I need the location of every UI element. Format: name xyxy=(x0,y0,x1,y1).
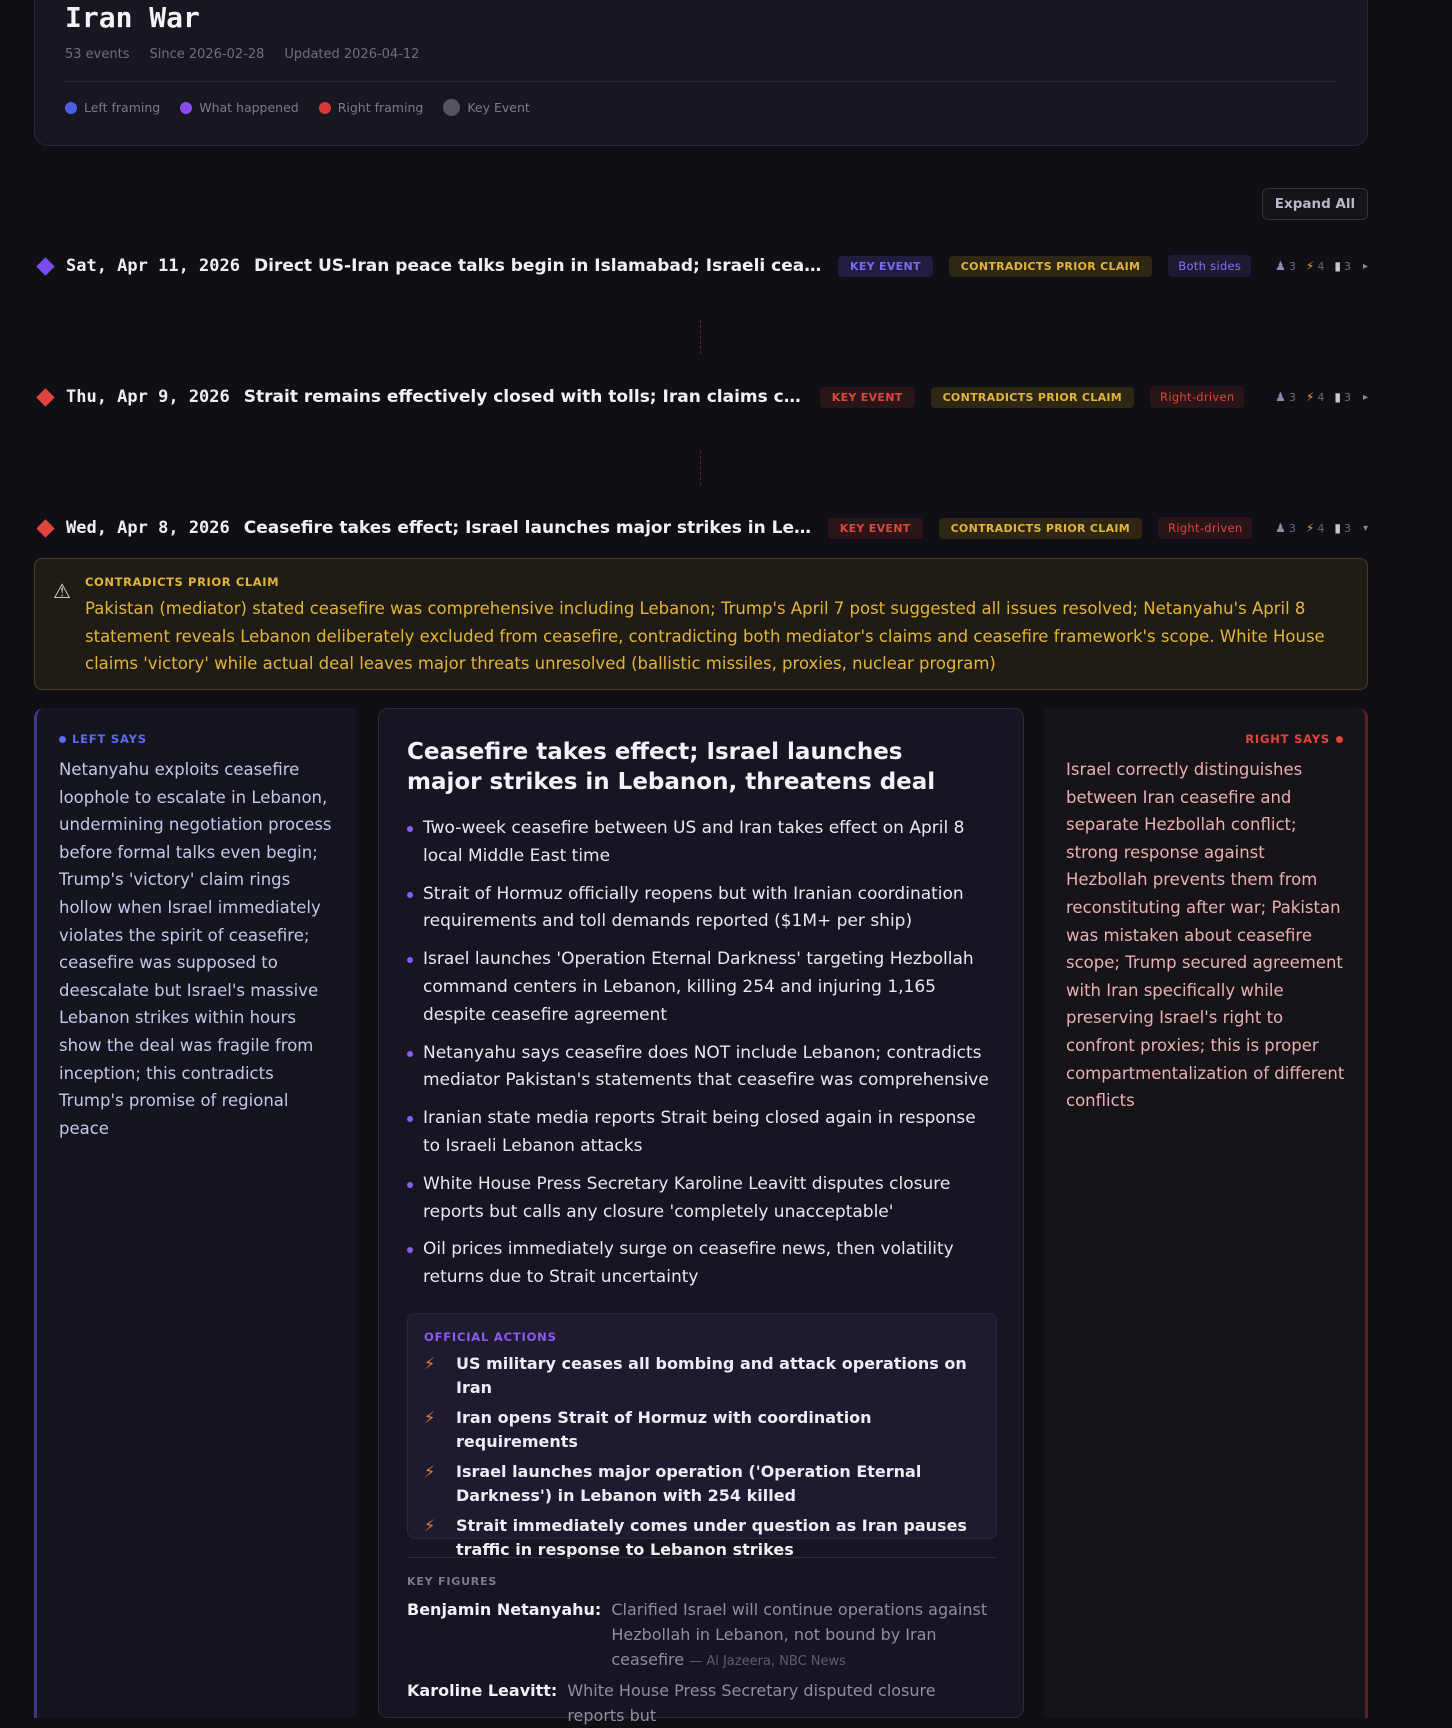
event-detail-title: Ceasefire takes effect; Israel launches … xyxy=(407,739,936,795)
legend-dot-icon xyxy=(318,101,331,114)
fact-item: Iranian state media reports Strait being… xyxy=(407,1105,997,1161)
timeline-meta: 53 events Since 2026-02-28 Updated 2026-… xyxy=(65,47,419,62)
timeline-connector xyxy=(700,320,701,354)
left-says-text: Netanyahu exploits ceasefire loophole to… xyxy=(59,760,332,1138)
bolt-icon: ⚡ xyxy=(1305,521,1315,535)
header-divider xyxy=(65,81,1337,82)
right-says-text: Israel correctly distinguishes between I… xyxy=(1066,760,1345,1111)
timeline-connector xyxy=(700,451,701,485)
figure-statement: White House Press Secretary disputed clo… xyxy=(567,1681,936,1725)
official-actions-panel: OFFICIAL ACTIONS ⚡ US military ceases all… xyxy=(407,1313,997,1559)
chevron-down-icon[interactable]: ▾ xyxy=(1363,523,1368,534)
figure-statement: Clarified Israel will continue operation… xyxy=(611,1600,988,1669)
legend-dot-icon xyxy=(65,101,77,114)
fact-list: Two-week ceasefire between US and Iran t… xyxy=(407,815,997,1302)
right-framing-panel: RIGHT SAYS Israel correctly distinguishe… xyxy=(1044,708,1368,1718)
person-icon: ♟ xyxy=(1275,390,1286,404)
legend-dot-icon xyxy=(443,99,461,116)
legend-right-framing: Right framing xyxy=(318,100,423,115)
bolt-icon: ⚡ xyxy=(424,1408,436,1427)
key-event-badge: KEY EVENT xyxy=(819,386,915,408)
document-icon: ▮ xyxy=(1334,390,1341,404)
action-item: ⚡ US military ceases all bombing and atta… xyxy=(424,1352,984,1400)
side-badge: Right-driven xyxy=(1150,386,1245,408)
key-event-diamond-icon xyxy=(36,256,55,276)
what-happened-panel: Ceasefire takes effect; Israel launches … xyxy=(378,708,1024,1725)
event-stats: ♟ 3 ⚡ 4 ▮ 3 ▸ xyxy=(1275,390,1368,404)
left-says-label: LEFT SAYS xyxy=(59,732,147,746)
fact-item: Israel launches 'Operation Eternal Darkn… xyxy=(407,946,997,1029)
legend-left-framing: Left framing xyxy=(65,100,160,115)
event-title: Direct US-Iran peace talks begin in Isla… xyxy=(254,256,822,276)
action-item: ⚡ Iran opens Strait of Hormuz with coordi… xyxy=(424,1406,984,1454)
contradicts-badge: CONTRADICTS PRIOR CLAIM xyxy=(930,386,1135,408)
figure-name: Karoline Leavitt: xyxy=(407,1681,558,1700)
person-icon: ♟ xyxy=(1275,521,1286,535)
contradiction-text: Pakistan (mediator) stated ceasefire was… xyxy=(85,599,1325,673)
legend-what-happened: What happened xyxy=(180,100,299,115)
warning-icon: ⚠ xyxy=(53,579,71,603)
legend: Left framing What happened Right framing… xyxy=(65,99,530,116)
events-count: 53 events xyxy=(65,47,130,62)
since-date: Since 2026-02-28 xyxy=(149,47,265,62)
legend-key-event: Key Event xyxy=(443,99,530,116)
event-title: Ceasefire takes effect; Israel launches … xyxy=(243,518,812,538)
event-date: Thu, Apr 9, 2026 xyxy=(66,387,230,407)
bolt-icon: ⚡ xyxy=(424,1462,436,1481)
chevron-right-icon[interactable]: ▸ xyxy=(1363,392,1368,403)
bolt-icon: ⚡ xyxy=(424,1354,436,1373)
timeline-header: Iran War 53 events Since 2026-02-28 Upda… xyxy=(34,0,1368,146)
event-date: Wed, Apr 8, 2026 xyxy=(66,518,230,538)
bolt-icon: ⚡ xyxy=(1305,390,1315,404)
key-event-diamond-icon xyxy=(36,387,55,407)
event-stats: ♟ 3 ⚡ 4 ▮ 3 ▾ xyxy=(1275,521,1368,535)
event-date: Sat, Apr 11, 2026 xyxy=(66,256,240,276)
key-event-diamond-icon xyxy=(36,518,55,538)
action-item: ⚡ Strait immediately comes under question… xyxy=(424,1514,984,1562)
contradiction-panel: ⚠ CONTRADICTS PRIOR CLAIM Pakistan (medi… xyxy=(34,558,1368,690)
key-figure-row: Karoline Leavitt: White House Press Secr… xyxy=(407,1678,997,1728)
key-event-badge: KEY EVENT xyxy=(827,517,923,539)
right-says-label: RIGHT SAYS xyxy=(1245,732,1343,746)
right-dot-icon xyxy=(1336,735,1343,743)
document-icon: ▮ xyxy=(1334,259,1341,273)
key-figure-row: Benjamin Netanyahu: Clarified Israel wil… xyxy=(407,1597,997,1674)
document-icon: ▮ xyxy=(1334,521,1341,535)
contradiction-label: CONTRADICTS PRIOR CLAIM xyxy=(85,575,280,589)
updated-date: Updated 2026-04-12 xyxy=(284,47,420,62)
event-row[interactable]: Sat, Apr 11, 2026 Direct US-Iran peace t… xyxy=(34,251,1368,281)
fact-item: White House Press Secretary Karoline Lea… xyxy=(407,1171,997,1227)
key-event-badge: KEY EVENT xyxy=(838,255,933,277)
left-dot-icon xyxy=(59,735,66,743)
figure-name: Benjamin Netanyahu: xyxy=(407,1600,602,1619)
left-framing-panel: LEFT SAYS Netanyahu exploits ceasefire l… xyxy=(34,708,356,1718)
contradicts-badge: CONTRADICTS PRIOR CLAIM xyxy=(938,517,1143,539)
event-row[interactable]: Wed, Apr 8, 2026 Ceasefire takes effect;… xyxy=(34,513,1368,543)
legend-dot-icon xyxy=(180,101,193,114)
bolt-icon: ⚡ xyxy=(424,1516,436,1535)
bolt-icon: ⚡ xyxy=(1305,259,1315,273)
event-stats: ♟ 3 ⚡ 4 ▮ 3 ▸ xyxy=(1275,259,1368,273)
fact-item: Netanyahu says ceasefire does NOT includ… xyxy=(407,1040,997,1096)
page-title: Iran War xyxy=(65,1,200,34)
fact-item: Strait of Hormuz officially reopens but … xyxy=(407,881,997,937)
contradicts-badge: CONTRADICTS PRIOR CLAIM xyxy=(948,255,1153,277)
key-figures-divider xyxy=(407,1557,997,1558)
fact-item: Two-week ceasefire between US and Iran t… xyxy=(407,815,997,871)
side-badge: Right-driven xyxy=(1158,517,1253,539)
action-item: ⚡ Israel launches major operation ('Opera… xyxy=(424,1460,984,1508)
event-row[interactable]: Thu, Apr 9, 2026 Strait remains effectiv… xyxy=(34,382,1368,412)
expand-all-button[interactable]: Expand All xyxy=(1262,188,1368,220)
key-figures-label: KEY FIGURES xyxy=(407,1575,498,1588)
official-actions-list: ⚡ US military ceases all bombing and atta… xyxy=(424,1352,984,1568)
side-badge: Both sides xyxy=(1168,255,1252,277)
chevron-right-icon[interactable]: ▸ xyxy=(1363,261,1368,272)
fact-item: Oil prices immediately surge on ceasefir… xyxy=(407,1236,997,1292)
figure-source: — Al Jazeera, NBC News xyxy=(689,1654,846,1669)
event-title: Strait remains effectively closed with t… xyxy=(243,387,804,407)
official-actions-label: OFFICIAL ACTIONS xyxy=(424,1330,557,1344)
person-icon: ♟ xyxy=(1275,259,1286,273)
